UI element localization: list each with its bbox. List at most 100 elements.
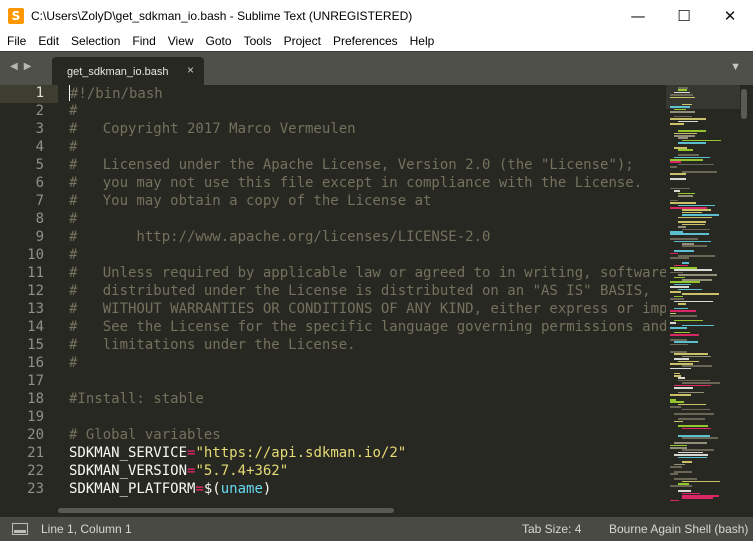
minimap-line <box>670 363 693 365</box>
minimap-line <box>674 108 686 111</box>
chevron-left-icon[interactable]: ◀ <box>10 61 18 72</box>
minimap-line <box>674 341 699 343</box>
minimap-line <box>670 173 686 175</box>
cursor-position[interactable]: Line 1, Column 1 <box>41 522 132 536</box>
close-tab-icon[interactable]: × <box>187 63 194 77</box>
minimap-line <box>674 190 681 192</box>
line-number: 8 <box>35 211 44 227</box>
minimap-line <box>674 295 683 298</box>
code-token: ) <box>262 481 272 497</box>
minimap-line <box>674 115 692 118</box>
minimap-line <box>674 387 694 389</box>
minimap-line <box>682 497 713 499</box>
horizontal-scrollbar[interactable] <box>58 506 740 514</box>
code-line: # <box>69 103 666 121</box>
minimap-line <box>682 279 713 281</box>
code-area[interactable]: #!/bin/bash # # Copyright 2017 Marco Verme… <box>69 85 666 517</box>
minimap-line <box>678 89 687 91</box>
line-number-gutter: 1 2 3 4 5 6 7 8 9 10 11 12 13 14 15 16 17 18 19 20 21 22 23 <box>0 85 58 517</box>
menu-help[interactable]: Help <box>404 31 441 51</box>
menu-selection[interactable]: Selection <box>65 31 126 51</box>
minimap-line <box>678 226 686 228</box>
minimap-line <box>678 130 706 132</box>
minimap-line <box>678 154 699 156</box>
minimap-line <box>674 156 710 159</box>
minimap-line <box>678 377 685 379</box>
minimap-line <box>682 209 712 211</box>
minimap-line <box>682 427 711 430</box>
code-token: # Global variables <box>69 427 221 443</box>
line-number: 17 <box>27 373 44 389</box>
menu-tools[interactable]: Tools <box>238 31 278 51</box>
minimap-line <box>674 353 708 355</box>
tab-navigation: ◀ ▶ <box>10 61 31 72</box>
menu-find[interactable]: Find <box>126 31 161 51</box>
code-token: # You may obtain a copy of the License a… <box>69 193 432 209</box>
menu-edit[interactable]: Edit <box>32 31 65 51</box>
code-token: # Licensed under the Apache License, Ver… <box>69 157 634 173</box>
tab-get-sdkman-io[interactable]: get_sdkman_io.bash × <box>52 57 204 86</box>
tab-bar: ◀ ▶ get_sdkman_io.bash × ▼ <box>0 51 753 86</box>
minimap-line <box>682 214 720 216</box>
minimap-line <box>682 103 693 106</box>
line-number: 12 <box>27 283 44 299</box>
code-token: SDKMAN_PLATFORM <box>69 481 196 497</box>
vertical-scrollbar[interactable] <box>741 89 747 501</box>
menu-view[interactable]: View <box>162 31 200 51</box>
minimap-line <box>674 264 688 267</box>
minimap-line <box>670 271 684 274</box>
minimap-line <box>670 96 696 99</box>
sublime-text-icon: S <box>8 7 24 24</box>
minimap-line <box>678 483 689 485</box>
minimap-line <box>670 238 699 240</box>
code-token: # <box>69 103 78 119</box>
panel-toggle-icon[interactable] <box>12 523 28 535</box>
code-token: # Copyright 2017 Marco Vermeulen <box>69 121 356 137</box>
minimap-line <box>682 262 689 264</box>
minimap-line <box>674 420 684 423</box>
minimap-line <box>670 343 688 346</box>
minimap-line <box>678 425 708 427</box>
code-line: # <box>69 139 666 157</box>
code-token: #Install: stable <box>69 391 204 407</box>
status-bar: Line 1, Column 1 Tab Size: 4 Bourne Agai… <box>0 517 753 541</box>
menu-project[interactable]: Project <box>278 31 327 51</box>
vertical-scrollbar-thumb[interactable] <box>741 89 747 119</box>
chevron-down-icon[interactable]: ▼ <box>730 61 741 73</box>
minimap-line <box>678 204 715 207</box>
minimap-line <box>674 463 686 466</box>
code-line: # Licensed under the Apache License, Ver… <box>69 157 666 175</box>
editor-pane[interactable]: 1 2 3 4 5 6 7 8 9 10 11 12 13 14 15 16 17 18 19 20 21 22 23 #!… <box>0 85 753 517</box>
minimap-line <box>678 120 698 123</box>
minimap-line <box>670 334 700 336</box>
horizontal-scrollbar-thumb[interactable] <box>58 508 394 513</box>
minimap[interactable] <box>666 85 740 505</box>
minimap-line <box>670 447 687 449</box>
minimap-line <box>682 480 721 483</box>
chevron-right-icon[interactable]: ▶ <box>24 61 32 72</box>
menu-file[interactable]: File <box>1 31 32 51</box>
minimap-line <box>670 94 693 96</box>
code-token: # <box>69 139 78 155</box>
minimap-line <box>678 418 705 420</box>
maximize-button[interactable]: ☐ <box>661 0 707 31</box>
code-line: #!/bin/bash <box>69 85 666 103</box>
menu-goto[interactable]: Goto <box>200 31 238 51</box>
minimap-line <box>670 233 709 235</box>
code-line: #Install: stable <box>69 391 666 409</box>
tab-size-indicator[interactable]: Tab Size: 4 <box>522 522 581 536</box>
minimap-line <box>670 286 690 288</box>
minimap-line <box>670 159 703 161</box>
line-number: 18 <box>27 391 44 407</box>
syntax-indicator[interactable]: Bourne Again Shell (bash) <box>609 522 748 536</box>
code-line: # <box>69 211 666 229</box>
code-token: # you may not use this file except in co… <box>69 175 643 191</box>
minimap-line <box>674 372 680 375</box>
minimap-line <box>670 257 690 259</box>
minimap-line <box>670 118 707 120</box>
minimap-line <box>678 379 711 382</box>
window-title: C:\Users\ZolyD\get_sdkman_io.bash - Subl… <box>31 8 413 23</box>
menu-preferences[interactable]: Preferences <box>327 31 404 51</box>
minimize-button[interactable]: — <box>615 0 661 31</box>
close-button[interactable]: ✕ <box>707 0 753 31</box>
